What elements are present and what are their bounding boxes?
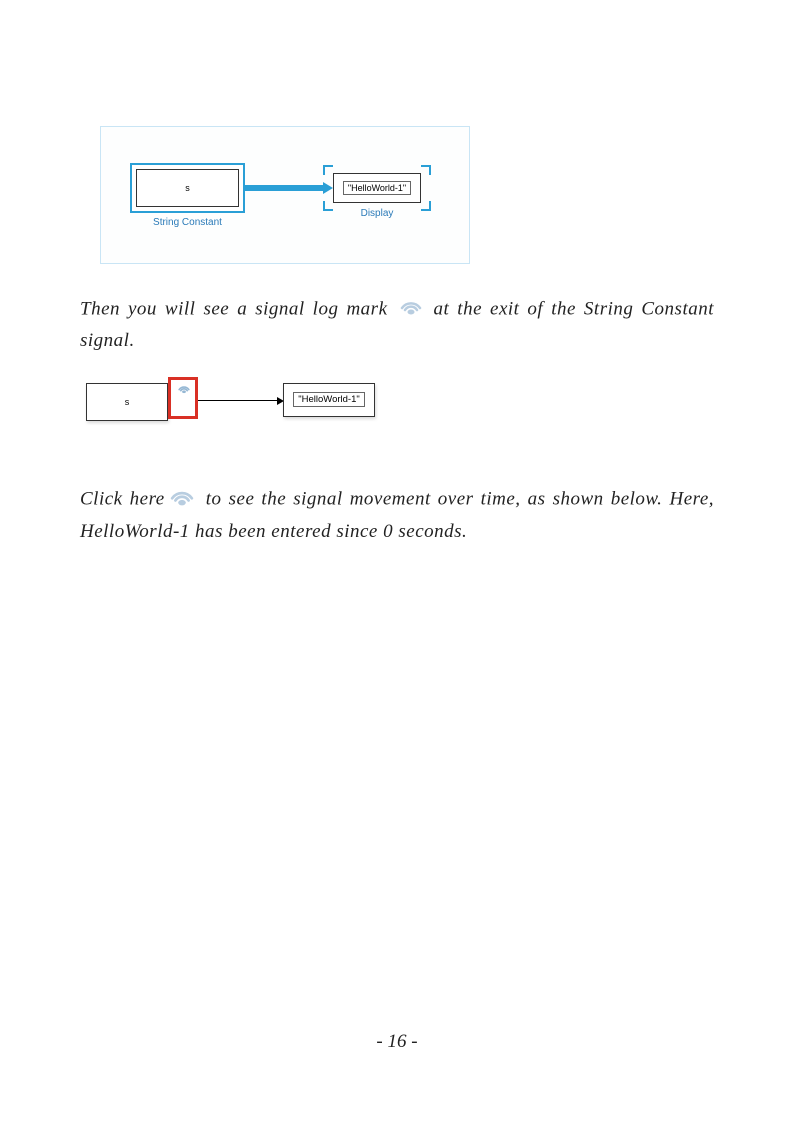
signal-line bbox=[198, 400, 278, 402]
string-constant-block-2: s bbox=[86, 383, 168, 421]
signal-arrow bbox=[245, 185, 325, 191]
simulink-diagram-1: s String Constant "HelloWorld-1" Display bbox=[100, 126, 470, 264]
block-symbol: s bbox=[136, 169, 239, 207]
signal-log-icon-2 bbox=[167, 483, 197, 517]
display-block-2: "HelloWorld-1" bbox=[283, 383, 375, 417]
signal-log-mark-icon bbox=[177, 381, 191, 400]
page-number: - 16 - bbox=[0, 1031, 794, 1053]
display-value: "HelloWorld-1" bbox=[343, 181, 411, 195]
para2-text-before: Click here bbox=[80, 488, 165, 509]
signal-log-icon bbox=[398, 294, 424, 326]
simulink-diagram-2: s "HelloWorld-1" bbox=[86, 373, 386, 433]
display-value-2: "HelloWorld-1" bbox=[293, 392, 364, 407]
paragraph-1: Then you will see a signal log mark at t… bbox=[80, 294, 714, 357]
display-label: Display bbox=[333, 208, 421, 219]
display-block: "HelloWorld-1" bbox=[333, 173, 421, 203]
string-constant-label: String Constant bbox=[130, 217, 245, 228]
paragraph-2: Click here to see the signal movement ov… bbox=[80, 483, 714, 548]
string-constant-block: s bbox=[130, 163, 245, 213]
para1-text-before: Then you will see a signal log mark bbox=[80, 299, 396, 320]
